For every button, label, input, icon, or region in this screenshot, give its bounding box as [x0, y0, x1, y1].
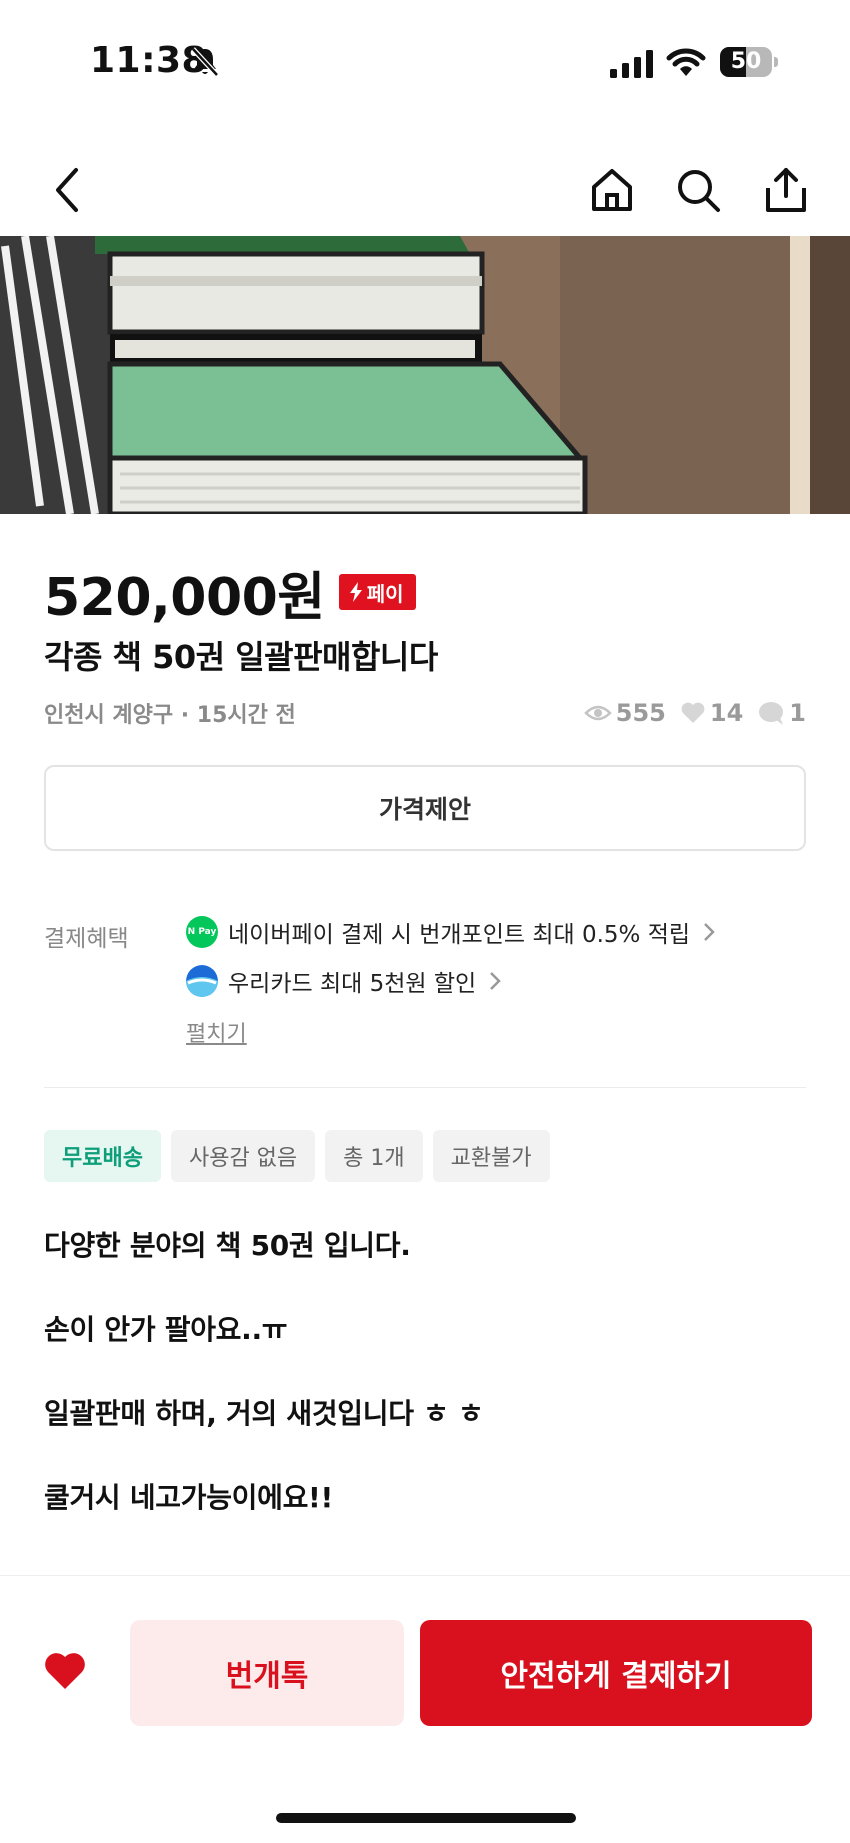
- share-button[interactable]: [754, 158, 818, 222]
- description-line: 손이 안가 팔아요..ㅠ: [44, 1313, 288, 1346]
- pay-badge-label: 페이: [366, 581, 404, 606]
- top-navigation: [0, 140, 850, 240]
- likes-count: 14: [709, 699, 744, 727]
- product-meta: 인천시 계양구 · 15시간 전 555 14 1: [44, 697, 806, 729]
- battery-level-text: 50: [730, 49, 762, 74]
- wifi-icon: [666, 48, 706, 76]
- naver-pay-logo: N Pay: [186, 916, 218, 948]
- bell-muted-icon: [191, 47, 219, 77]
- product-title: 각종 책 50권 일괄판매합니다: [44, 638, 438, 676]
- safe-payment-button[interactable]: 안전하게 결제하기: [420, 1620, 812, 1726]
- bottom-action-bar: 번개톡 안전하게 결제하기: [0, 1575, 850, 1843]
- books-photo: [0, 236, 850, 514]
- home-indicator: [276, 1813, 576, 1823]
- heart-icon: [681, 702, 705, 723]
- chevron-left-icon: [56, 168, 78, 212]
- cellular-signal-icon: [610, 50, 653, 78]
- benefits-label: 결제혜택: [44, 926, 129, 952]
- home-button[interactable]: [580, 158, 644, 222]
- location-time: 인천시 계양구 · 15시간 전: [44, 703, 296, 728]
- battery-indicator: 50: [720, 47, 778, 77]
- chats-count: 1: [789, 699, 806, 727]
- heart-icon: [45, 1653, 85, 1689]
- home-icon: [592, 169, 632, 211]
- tag-condition: 사용감 없음: [170, 1130, 316, 1182]
- lightning-icon: [349, 582, 362, 602]
- price-row: 520,000원 페이: [44, 560, 416, 628]
- product-tags: 무료배송 사용감 없음 총 1개 교환불가: [44, 1130, 550, 1182]
- benefit-text: 네이버페이 결제 시 번개포인트 최대 0.5% 적립: [228, 922, 691, 948]
- search-button[interactable]: [666, 158, 730, 222]
- expand-benefits-link[interactable]: 펼치기: [186, 1016, 247, 1048]
- tag-exchange: 교환불가: [432, 1130, 550, 1182]
- benefit-text: 우리카드 최대 5천원 할인: [228, 971, 477, 997]
- back-button[interactable]: [36, 158, 100, 222]
- chats-stat: 1: [757, 699, 806, 727]
- product-stats: 555 14 1: [584, 699, 806, 727]
- search-icon: [678, 170, 720, 212]
- description-line: 일괄판매 하며, 거의 새것입니다 ㅎ ㅎ: [44, 1397, 484, 1430]
- divider: [44, 1087, 806, 1088]
- status-bar: 11:38 50: [0, 0, 850, 120]
- price-offer-button[interactable]: 가격제안: [44, 765, 806, 851]
- likes-stat: 14: [680, 699, 743, 727]
- pay-badge: 페이: [338, 574, 416, 610]
- benefit-woori-card[interactable]: 우리카드 최대 5천원 할인: [186, 963, 502, 999]
- price: 520,000원: [44, 567, 325, 628]
- share-icon: [766, 168, 806, 212]
- favorite-button[interactable]: [40, 1646, 90, 1696]
- description-line: 다양한 분야의 책 50권 입니다.: [44, 1229, 411, 1262]
- eye-icon: [584, 705, 612, 721]
- product-image[interactable]: [0, 236, 850, 514]
- views-count: 555: [615, 699, 666, 727]
- woori-card-logo: [186, 965, 218, 997]
- benefit-naver-pay[interactable]: N Pay 네이버페이 결제 시 번개포인트 최대 0.5% 적립: [186, 914, 716, 950]
- tag-quantity: 총 1개: [325, 1130, 423, 1182]
- product-description: 다양한 분야의 책 50권 입니다. 손이 안가 팔아요..ㅠ 일괄판매 하며,…: [44, 1226, 804, 1562]
- tag-free-shipping: 무료배송: [44, 1130, 161, 1182]
- chevron-right-icon: [704, 923, 715, 941]
- description-line: 쿨거시 네고가능이에요!!: [44, 1481, 333, 1514]
- chevron-right-icon: [490, 972, 501, 990]
- chat-bubble-icon: [759, 702, 784, 725]
- bungae-talk-button[interactable]: 번개톡: [130, 1620, 404, 1726]
- views-stat: 555: [584, 699, 666, 727]
